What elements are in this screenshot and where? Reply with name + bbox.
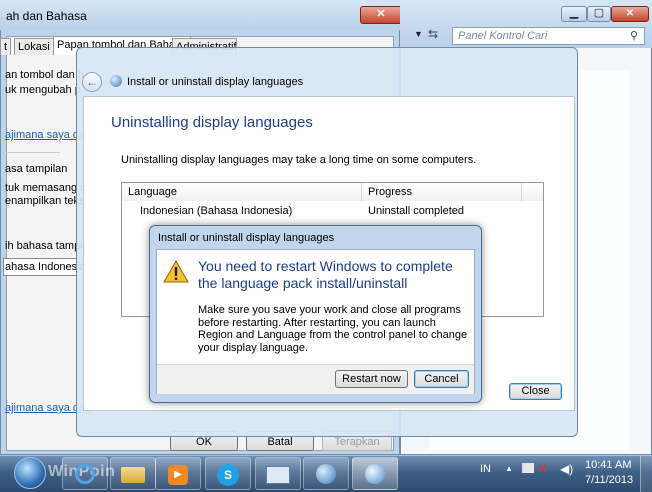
dropdown-arrow-icon[interactable]: ▼ <box>414 29 423 39</box>
start-button-icon[interactable] <box>14 457 46 489</box>
show-desktop-button[interactable] <box>640 456 652 492</box>
action-center-flag-icon[interactable] <box>522 463 534 473</box>
internet-explorer-icon <box>75 464 95 484</box>
modal-body-text: Make sure you save your work and close a… <box>198 304 468 354</box>
region-window-title: ah dan Bahasa <box>6 9 87 23</box>
section-divider <box>5 152 60 153</box>
skype-icon: S <box>217 464 239 486</box>
control-panel-search-input[interactable]: Panel Kontrol Cari <box>452 27 645 45</box>
taskbar-media-player[interactable]: ▶ <box>155 457 201 490</box>
display-language-section-label: asa tampilan <box>5 163 68 175</box>
display-language-icon <box>365 464 385 484</box>
dialog-info-text: Uninstalling display languages may take … <box>121 154 477 166</box>
table-row-language: Indonesian (Bahasa Indonesia) <box>140 205 293 217</box>
warning-icon <box>163 260 189 283</box>
clock-time[interactable]: 10:41 AM <box>585 459 631 471</box>
language-globe-icon <box>110 75 122 87</box>
column-header-filler <box>522 183 543 201</box>
taskbar-internet-explorer[interactable] <box>62 457 108 490</box>
taskbar-display-languages[interactable] <box>352 457 398 490</box>
back-arrow-icon[interactable]: ← <box>82 72 102 92</box>
taskbar-control-panel[interactable] <box>255 457 301 490</box>
volume-icon[interactable]: ◀) <box>560 462 573 476</box>
region-globe-icon <box>316 464 336 484</box>
folder-icon <box>121 467 145 483</box>
modal-title: Install or uninstall display languages <box>158 232 335 244</box>
taskbar-region-language[interactable] <box>303 457 349 490</box>
modal-cancel-button[interactable]: Cancel <box>414 370 469 388</box>
media-player-icon: ▶ <box>168 465 188 485</box>
tab-formats[interactable]: t <box>0 38 12 55</box>
minimize-button[interactable]: ▁ <box>561 6 587 22</box>
display-language-description-line2: enampilkan teks <box>5 195 85 207</box>
dialog-heading: Uninstalling display languages <box>111 114 313 131</box>
modal-heading: You need to restart Windows to complete … <box>198 258 453 291</box>
refresh-icon[interactable]: ⇆ <box>428 27 438 41</box>
table-row-progress: Uninstall completed <box>368 205 464 217</box>
search-icon[interactable]: ⚲ <box>630 29 638 42</box>
taskbar-skype[interactable]: S <box>205 457 251 490</box>
keyboards-description-line2: uk mengubah p <box>5 84 81 96</box>
column-header-progress[interactable]: Progress <box>362 183 522 201</box>
restart-now-button[interactable]: Restart now <box>335 370 408 388</box>
input-language-indicator[interactable]: IN <box>480 463 491 475</box>
maximize-button[interactable]: ▢ <box>587 6 611 22</box>
taskbar-explorer[interactable] <box>110 457 156 490</box>
control-panel-icon <box>266 466 290 484</box>
keyboards-description-line1: an tombol dan b <box>5 69 84 81</box>
display-language-select-value: ahasa Indonesia <box>5 261 86 273</box>
clock-date[interactable]: 7/11/2013 <box>585 474 633 486</box>
choose-display-language-label: ih bahasa tampil <box>5 240 86 252</box>
column-header-language[interactable]: Language <box>122 183 362 201</box>
control-panel-close-button[interactable]: ✕ <box>611 6 649 22</box>
network-error-icon[interactable]: ✕ <box>538 462 547 475</box>
region-close-button[interactable]: ✕ <box>360 6 402 24</box>
close-button[interactable]: Close <box>509 383 562 400</box>
dialog-nav-title: Install or uninstall display languages <box>127 76 304 88</box>
display-language-description-line1: tuk memasang a <box>5 182 87 194</box>
tab-location[interactable]: Lokasi <box>14 38 54 55</box>
show-hidden-icons-icon[interactable]: ▲ <box>505 464 513 473</box>
